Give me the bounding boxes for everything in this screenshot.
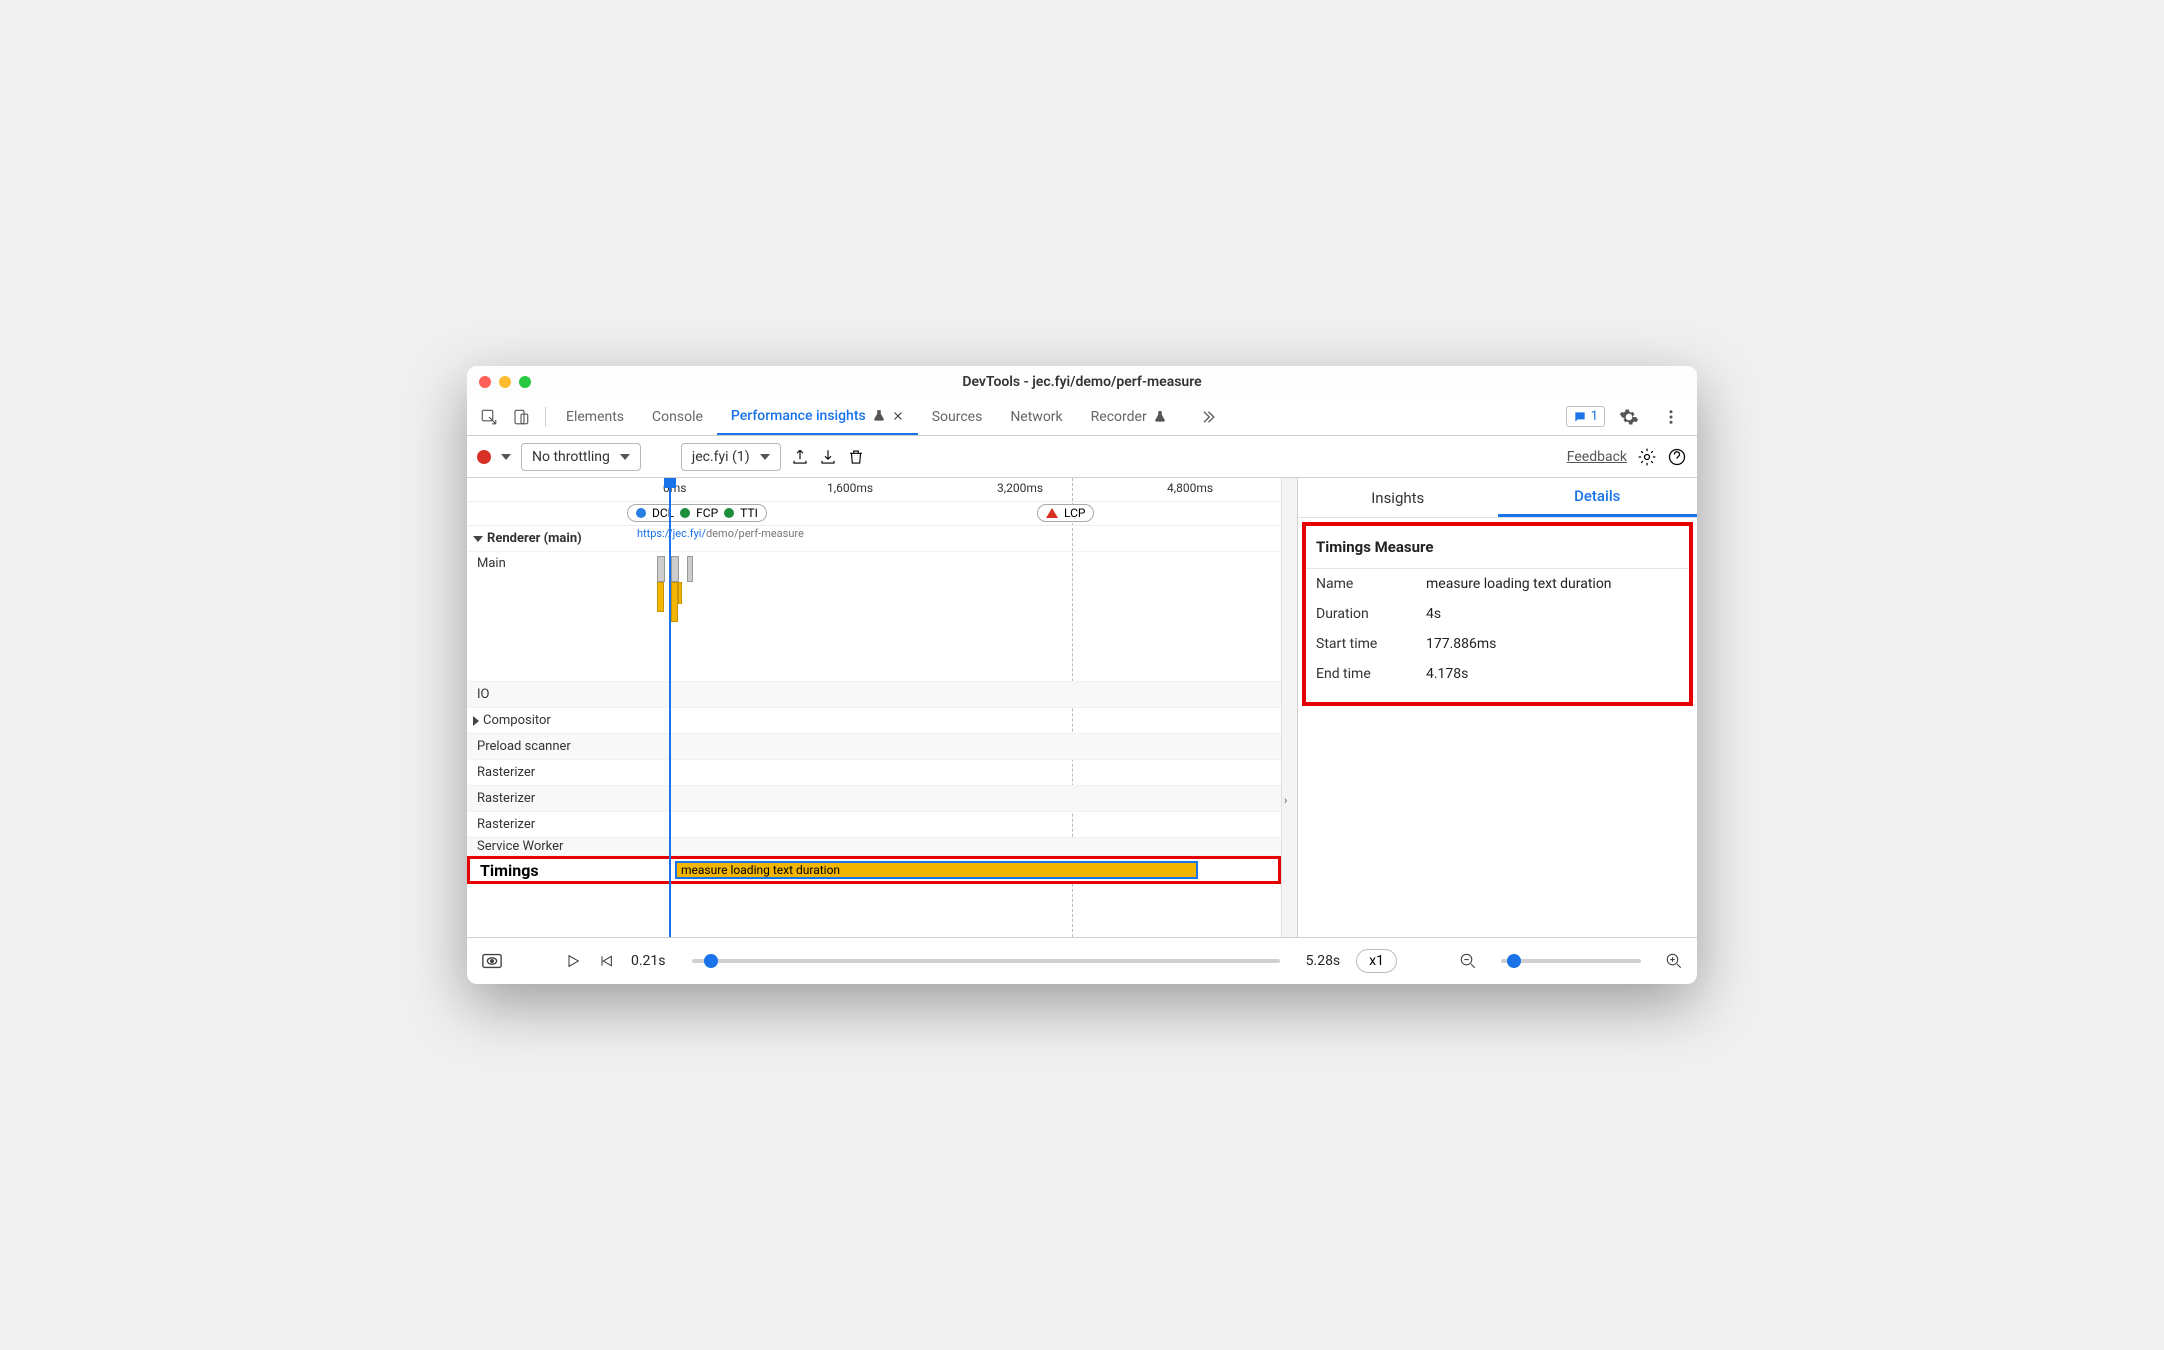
help-icon[interactable] bbox=[1667, 447, 1687, 467]
play-icon[interactable] bbox=[565, 953, 581, 969]
caret-down-icon bbox=[620, 454, 630, 460]
renderer-header-row[interactable]: Renderer (main) https://jec.fyi/demo/per… bbox=[467, 526, 1281, 552]
inspect-element-icon[interactable] bbox=[475, 403, 503, 431]
record-button[interactable] bbox=[477, 450, 491, 464]
slider-thumb[interactable] bbox=[704, 954, 718, 968]
tab-label: Recorder bbox=[1091, 409, 1147, 425]
rasterizer-track-row[interactable]: Rasterizer bbox=[467, 786, 1281, 812]
markers-pill[interactable]: DCL FCP TTI bbox=[627, 504, 767, 522]
time-ruler[interactable]: 0ms 1,600ms 3,200ms 4,800ms bbox=[467, 478, 1281, 502]
service-worker-track-row[interactable]: Service Worker bbox=[467, 838, 1281, 856]
insights-toolbar: No throttling jec.fyi (1) Feedback bbox=[467, 436, 1697, 478]
minimize-window-button[interactable] bbox=[499, 376, 511, 388]
flask-icon bbox=[1153, 410, 1167, 424]
footer-bar: 0.21s 5.28s x1 bbox=[467, 938, 1697, 984]
ruler-tick: 4,800ms bbox=[1167, 481, 1213, 495]
record-menu-caret[interactable] bbox=[501, 454, 511, 460]
speed-select[interactable]: x1 bbox=[1356, 949, 1397, 973]
export-icon[interactable] bbox=[791, 448, 809, 466]
rasterizer-track-row[interactable]: Rasterizer bbox=[467, 812, 1281, 838]
ruler-tick: 3,200ms bbox=[997, 481, 1043, 495]
tab-elements[interactable]: Elements bbox=[552, 398, 638, 435]
close-window-button[interactable] bbox=[479, 376, 491, 388]
tab-sources[interactable]: Sources bbox=[918, 398, 997, 435]
detail-row-end: End time 4.178s bbox=[1306, 659, 1689, 702]
zoom-in-icon[interactable] bbox=[1665, 952, 1683, 970]
traffic-lights bbox=[479, 376, 531, 388]
detail-row-name: Name measure loading text duration bbox=[1306, 569, 1689, 599]
divider bbox=[545, 407, 546, 427]
timing-measure-label: measure loading text duration bbox=[681, 863, 840, 877]
timeline-panel[interactable]: 0ms 1,600ms 3,200ms 4,800ms DCL FCP TTI … bbox=[467, 478, 1281, 937]
side-panel: Insights Details Timings Measure Name me… bbox=[1297, 478, 1697, 937]
playback-slider[interactable] bbox=[692, 959, 1280, 963]
details-box: Timings Measure Name measure loading tex… bbox=[1302, 522, 1693, 706]
panel-tabbar: Elements Console Performance insights So… bbox=[467, 398, 1697, 436]
zoom-thumb[interactable] bbox=[1507, 954, 1521, 968]
throttling-select[interactable]: No throttling bbox=[521, 443, 641, 471]
tab-console[interactable]: Console bbox=[638, 398, 717, 435]
details-title: Timings Measure bbox=[1306, 526, 1689, 569]
preload-track-row[interactable]: Preload scanner bbox=[467, 734, 1281, 760]
rasterizer-track-row[interactable]: Rasterizer bbox=[467, 760, 1281, 786]
lcp-pill[interactable]: LCP bbox=[1037, 504, 1094, 522]
tab-label: Performance insights bbox=[731, 408, 866, 424]
tti-dot-icon bbox=[724, 508, 734, 518]
tab-recorder[interactable]: Recorder bbox=[1077, 398, 1181, 435]
recording-select[interactable]: jec.fyi (1) bbox=[681, 443, 781, 471]
issues-badge[interactable]: 1 bbox=[1566, 406, 1605, 427]
feedback-link[interactable]: Feedback bbox=[1567, 449, 1627, 465]
preview-icon[interactable] bbox=[481, 951, 503, 971]
ruler-tick: 1,600ms bbox=[827, 481, 873, 495]
content-area: 0ms 1,600ms 3,200ms 4,800ms DCL FCP TTI … bbox=[467, 478, 1697, 938]
titlebar: DevTools - jec.fyi/demo/perf-measure bbox=[467, 366, 1697, 398]
sidetab-details[interactable]: Details bbox=[1498, 478, 1698, 517]
timeline-scrollbar[interactable]: › bbox=[1281, 478, 1297, 937]
tracks: Renderer (main) https://jec.fyi/demo/per… bbox=[467, 526, 1281, 937]
lcp-triangle-icon bbox=[1046, 508, 1058, 518]
timings-track-row[interactable]: Timings measure loading text duration bbox=[467, 856, 1281, 884]
renderer-url: https://jec.fyi/demo/perf-measure bbox=[637, 527, 804, 540]
playhead[interactable] bbox=[669, 478, 671, 937]
import-icon[interactable] bbox=[819, 448, 837, 466]
throttling-label: No throttling bbox=[532, 449, 610, 465]
device-toggle-icon[interactable] bbox=[507, 403, 535, 431]
tab-performance-insights[interactable]: Performance insights bbox=[717, 398, 918, 435]
sidetab-insights[interactable]: Insights bbox=[1298, 478, 1498, 517]
main-track-row[interactable]: Main bbox=[467, 552, 1281, 682]
tab-network[interactable]: Network bbox=[996, 398, 1076, 435]
caret-down-icon bbox=[760, 454, 770, 460]
expand-icon bbox=[473, 716, 479, 726]
kebab-menu-icon[interactable] bbox=[1657, 403, 1685, 431]
io-track-row[interactable]: IO bbox=[467, 682, 1281, 708]
compositor-track-row[interactable]: Compositor bbox=[467, 708, 1281, 734]
playback-end-time: 5.28s bbox=[1306, 953, 1341, 969]
markers-lane: DCL FCP TTI LCP bbox=[467, 502, 1281, 526]
fcp-dot-icon bbox=[680, 508, 690, 518]
panel-settings-icon[interactable] bbox=[1637, 447, 1657, 467]
chevron-right-icon: › bbox=[1284, 794, 1287, 807]
settings-icon[interactable] bbox=[1615, 403, 1643, 431]
timing-measure-bar[interactable]: measure loading text duration bbox=[675, 861, 1198, 879]
chat-icon bbox=[1573, 410, 1587, 424]
delete-icon[interactable] bbox=[847, 448, 865, 466]
zoom-out-icon[interactable] bbox=[1459, 952, 1477, 970]
playback-start-time: 0.21s bbox=[631, 953, 666, 969]
zoom-window-button[interactable] bbox=[519, 376, 531, 388]
side-tabs: Insights Details bbox=[1298, 478, 1697, 518]
detail-row-start: Start time 177.886ms bbox=[1306, 629, 1689, 659]
recording-label: jec.fyi (1) bbox=[692, 449, 750, 465]
issues-count: 1 bbox=[1591, 409, 1598, 424]
detail-row-duration: Duration 4s bbox=[1306, 599, 1689, 629]
devtools-window: DevTools - jec.fyi/demo/perf-measure Ele… bbox=[467, 366, 1697, 984]
zoom-slider[interactable] bbox=[1501, 959, 1641, 963]
close-tab-icon[interactable] bbox=[892, 410, 904, 422]
rewind-icon[interactable] bbox=[597, 953, 615, 969]
dcl-dot-icon bbox=[636, 508, 646, 518]
flask-icon bbox=[872, 409, 886, 423]
more-tabs-icon[interactable] bbox=[1193, 403, 1221, 431]
window-title: DevTools - jec.fyi/demo/perf-measure bbox=[467, 374, 1697, 390]
